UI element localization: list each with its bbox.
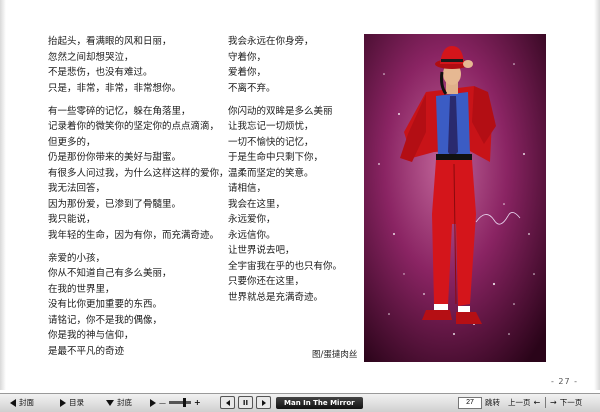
pause-button[interactable]: II (238, 396, 253, 409)
reader-toolbar: 封面 目录 封底 — + II Man In The Mirror 跳转 上一页… (0, 393, 600, 412)
prev-page-button[interactable]: 上一页 ← (508, 396, 540, 409)
poem-left-line: 有很多人问过我，为什么这样这样的爱你， (48, 167, 229, 179)
prev-track-icon (225, 399, 230, 406)
jump-button[interactable]: 跳转 (485, 397, 500, 408)
playback-buttons: II (220, 396, 271, 409)
poem-middle-line: 让我忘记一切烦忧， (228, 121, 314, 132)
poem-left-line: 因为那份爱，已渗到了骨髓里。 (48, 198, 182, 210)
poem-middle-line: 于是生命中只剩下你， (228, 152, 324, 163)
toc-button[interactable]: 目录 (60, 396, 84, 409)
illustration-caption: 图/蛋撻肉丝 (312, 350, 358, 360)
toc-label: 目录 (69, 398, 84, 407)
next-track-button[interactable] (256, 396, 271, 409)
poem-left-line: 不是悲伤，也没有难过。 (48, 67, 153, 78)
poem-left-column: 抬起头，看满眼的风和日丽， 忽然之间却想哭泣， 不是悲伤，也没有难过。只是，非常，非… (48, 34, 229, 359)
poem-left-line: 我只能说， (48, 214, 96, 225)
page-number: - 27 - (550, 377, 578, 386)
poem-left-line: 你是我的神与信仰， (48, 330, 134, 341)
poem-middle-line: 守着你， (228, 51, 267, 63)
cover-label: 封面 (19, 398, 34, 407)
poem-left-line: 在我的世界里， (48, 283, 115, 295)
volume-knob[interactable] (183, 398, 186, 407)
poem-middle-line: 一切不愉快的记忆， (228, 136, 314, 148)
poem-middle-line: 我会在这里， (228, 198, 286, 210)
poem-left-line: 忽然之间却想哭泣， (48, 51, 134, 63)
poem-middle-line: 不离不弃。 (228, 82, 276, 94)
stanza-gap (228, 96, 348, 104)
poem-middle-line: 温柔而坚定的笑意。 (228, 167, 314, 179)
poem-middle-line: 你闪动的双眸是多么美丽 (228, 105, 333, 117)
poem-middle-line: 全宇宙我在乎的也只有你。 (228, 260, 343, 272)
poem-middle-line: 永远信你。 (228, 229, 276, 241)
poem-left-line: 只是，非常，非常，非常想你。 (48, 82, 182, 94)
poem-left-line: 没有比你更加重要的东西。 (48, 299, 163, 310)
speaker-icon (150, 398, 156, 407)
poem-middle-line: 我会永远在你身旁， (228, 36, 314, 47)
poem-left-line: 但更多的， (48, 136, 96, 148)
dancer-illustration (364, 34, 546, 362)
poem-left-line: 我无法回答， (48, 183, 106, 194)
toolbar-divider (545, 397, 546, 408)
volume-control[interactable]: — + (150, 396, 201, 409)
stanza-gap (48, 243, 218, 251)
page-edge-left (0, 0, 6, 390)
poem-left-line: 仍是那份你带来的美好与甜蜜。 (48, 152, 182, 163)
triangle-down-icon (106, 399, 114, 406)
pause-icon: II (242, 398, 249, 407)
poem-middle-line: 永远爱你， (228, 214, 276, 225)
song-title: Man In The Mirror (276, 396, 363, 409)
next-page-button[interactable]: → 下一页 (550, 396, 582, 409)
page-jump: 跳转 (458, 396, 500, 409)
arrow-left-icon (10, 398, 16, 407)
volume-plus-icon: + (194, 398, 201, 407)
poem-left-line: 有一些零碎的记忆，躲在角落里， (48, 105, 191, 117)
back-cover-label: 封底 (117, 398, 132, 407)
poem-left-line: 我年轻的生命，因为有你，而充满奇迹。 (48, 229, 220, 241)
prev-page-label: 上一页 (508, 398, 531, 407)
poem-left-line: 请铭记，你不是我的偶像， (48, 314, 163, 326)
poem-middle-column: 我会永远在你身旁， 守着你， 爱着你， 不离不弃。你闪动的双眸是多么美丽 让我忘记一切烦… (228, 34, 348, 305)
page-edge-right (594, 0, 600, 390)
poem-middle-line: 爱着你， (228, 67, 267, 78)
illustration (364, 34, 546, 362)
volume-slider[interactable] (169, 398, 191, 407)
arrow-left-icon: ← (533, 398, 541, 407)
page-number-input[interactable] (458, 396, 482, 409)
poem-left-line: 记录着你的微笑你的坚定你的点点滴滴， (48, 121, 220, 132)
poem-left-line: 亲爱的小孩， (48, 252, 106, 264)
poem-middle-line: 世界就总是充满奇迹。 (228, 291, 324, 303)
now-playing: Man In The Mirror (276, 396, 363, 409)
stanza-gap (48, 96, 218, 104)
poem-middle-line: 让世界说去吧， (228, 245, 295, 256)
poem-left-line: 是最不平凡的奇迹 (48, 345, 125, 357)
magazine-page: 抬起头，看满眼的风和日丽， 忽然之间却想哭泣， 不是悲伤，也没有难过。只是，非常，非… (0, 0, 600, 390)
next-page-label: 下一页 (559, 398, 583, 407)
poem-left-line: 抬起头，看满眼的风和日丽， (48, 36, 172, 47)
cover-button[interactable]: 封面 (10, 396, 34, 409)
arrow-right-icon: → (550, 398, 557, 407)
volume-minus-icon: — (159, 398, 166, 407)
poem-middle-line: 请相信， (228, 183, 267, 194)
poem-middle-line: 只要你还在这里， (228, 276, 305, 287)
arrow-right-icon (60, 398, 66, 407)
poem-left-line: 你从不知道自己有多么美丽， (48, 268, 172, 279)
prev-track-button[interactable] (220, 396, 235, 409)
back-cover-button[interactable]: 封底 (106, 396, 132, 409)
next-track-icon (261, 399, 266, 406)
